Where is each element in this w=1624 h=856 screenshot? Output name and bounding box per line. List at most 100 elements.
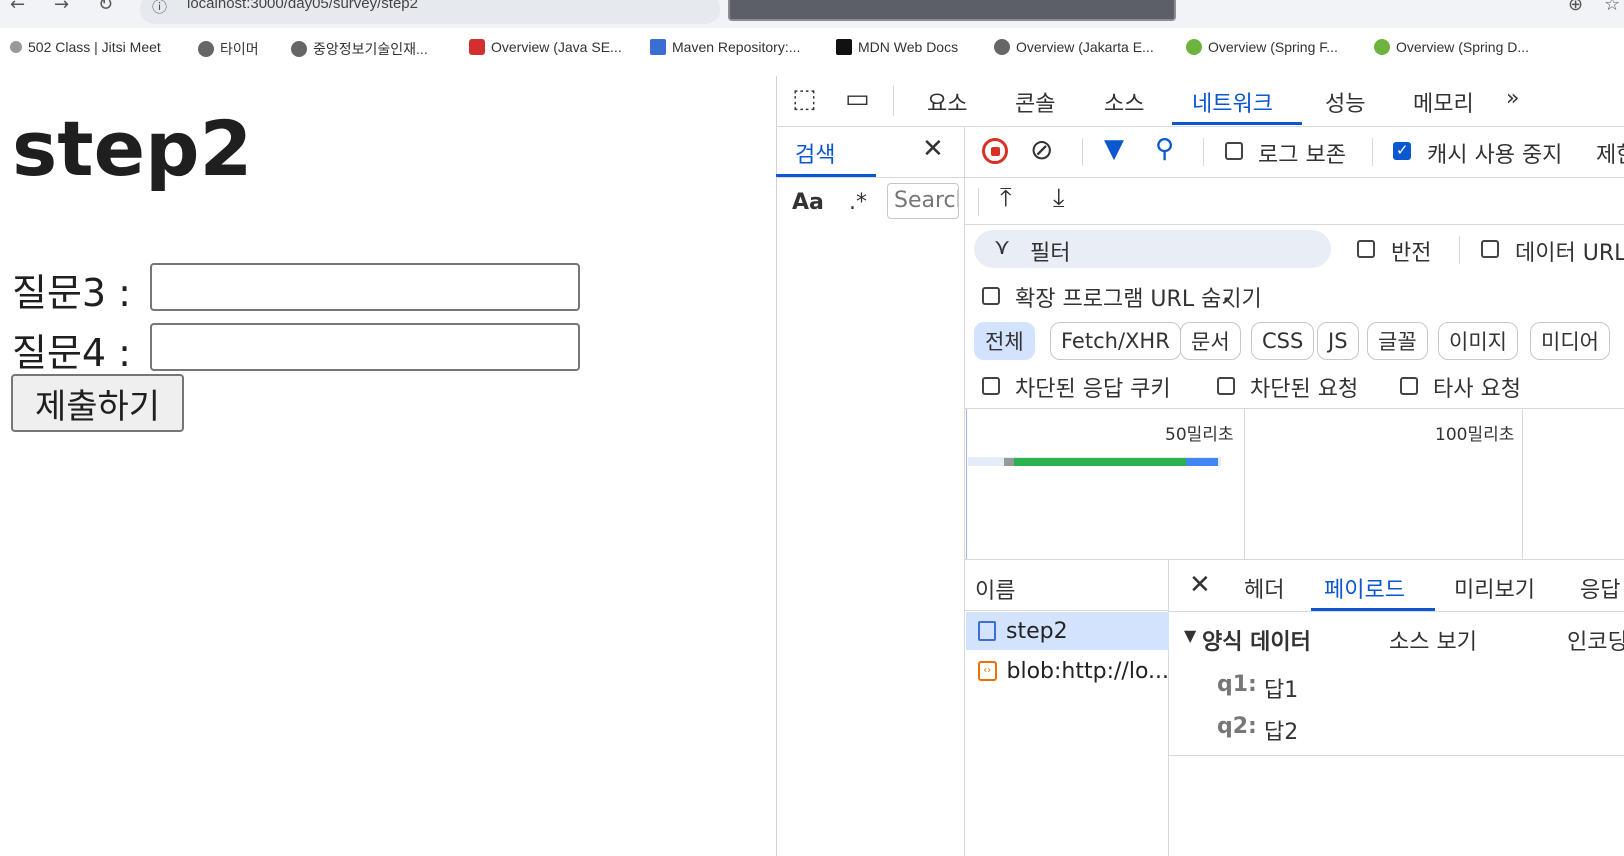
tab-preview[interactable]: 미리보기 (1454, 572, 1535, 604)
site-info-icon[interactable]: ⓘ (152, 0, 167, 17)
timeline-gridline (1244, 409, 1245, 559)
bookmark-item[interactable]: 502 Class | Jitsi Meet (10, 39, 161, 55)
inspect-element-icon[interactable]: ⬚ (792, 84, 817, 114)
url-encoded-link[interactable]: 인코딩 (1567, 624, 1624, 656)
search-icon[interactable]: ⚲ (1155, 134, 1174, 164)
forward-icon[interactable]: → (54, 0, 69, 15)
disable-cache-label: 캐시 사용 중지 (1427, 143, 1563, 168)
request-name: blob:http://lo... (1006, 658, 1169, 684)
bookmark-item[interactable]: 중앙정보기술인재... (291, 39, 428, 59)
request-row[interactable]: ‹› blob:http://lo... (966, 652, 1169, 690)
chip-font[interactable]: 글꼴 (1367, 322, 1428, 360)
request-row[interactable]: step2 (966, 612, 1169, 650)
collapse-triangle-icon[interactable]: ▼ (1184, 626, 1196, 645)
tab-memory[interactable]: 메모리 (1413, 86, 1474, 118)
divider (776, 177, 964, 178)
search-panel-divider (964, 127, 965, 856)
tab-elements[interactable]: 요소 (927, 86, 967, 118)
tab-sources[interactable]: 소스 (1104, 86, 1144, 118)
search-panel-title: 검색 (795, 143, 836, 168)
mdn-icon (836, 39, 852, 55)
back-icon[interactable]: ← (10, 0, 25, 15)
bookmark-label: MDN Web Docs (858, 39, 959, 55)
timeline-download-bar (1014, 458, 1186, 466)
divider (893, 86, 894, 116)
question4-label: 질문4 : (12, 331, 131, 375)
tab-response[interactable]: 응답 (1580, 572, 1620, 604)
tab-network[interactable]: 네트워크 (1192, 86, 1273, 118)
page-title: step2 (12, 104, 253, 193)
payload-value: 답1 (1264, 678, 1299, 703)
divider (965, 610, 1168, 611)
filter-input[interactable] (974, 230, 1331, 268)
tab-payload[interactable]: 페이로드 (1324, 572, 1405, 604)
bookmark-item[interactable]: 타이머 (198, 39, 259, 59)
submit-button[interactable]: 제출하기 (11, 374, 184, 432)
filter-icon[interactable]: ▼ (1104, 134, 1124, 164)
match-case-button[interactable]: Aa (792, 190, 824, 215)
record-icon[interactable] (982, 138, 1008, 164)
bookmark-item[interactable]: Overview (Java SE... (469, 39, 622, 55)
more-tabs-icon[interactable]: » (1506, 86, 1519, 111)
blocked-requests-checkbox[interactable] (1217, 377, 1235, 395)
question4-input[interactable] (150, 323, 580, 371)
third-party-checkbox[interactable] (1400, 377, 1418, 395)
tab-console[interactable]: 콘솔 (1015, 86, 1055, 118)
hide-extension-urls-checkbox[interactable] (982, 287, 1000, 305)
timeline-wait-bar (1004, 458, 1014, 466)
throttle-label[interactable]: 제한 (1596, 137, 1624, 169)
question3-input[interactable] (150, 263, 580, 311)
device-toolbar-icon[interactable]: ▭ (845, 84, 870, 114)
divider (1372, 138, 1373, 166)
chip-js[interactable]: JS (1317, 322, 1359, 360)
request-name: step2 (1006, 618, 1068, 644)
bookmark-item[interactable]: Overview (Spring D... (1374, 39, 1529, 55)
script-icon: ‹› (978, 661, 997, 681)
globe-icon (291, 41, 307, 57)
url-text: localhost:3000/day05/survey/step2 (187, 0, 418, 12)
bookmark-label: 502 Class | Jitsi Meet (28, 39, 161, 55)
payload-key: q1: (1217, 672, 1257, 697)
zoom-icon[interactable]: ⊕ (1568, 0, 1583, 15)
tab-headers[interactable]: 헤더 (1244, 572, 1284, 604)
form-data-section[interactable]: 양식 데이터 (1202, 624, 1311, 656)
bookmark-star-icon[interactable]: ☆ (1604, 0, 1620, 15)
payload-key: q2: (1217, 714, 1257, 739)
search-input[interactable]: Search (887, 183, 959, 219)
timeline-content-bar (1186, 458, 1218, 466)
export-har-icon[interactable]: ⤓ (1053, 183, 1065, 214)
jitsi-icon (10, 41, 22, 53)
bookmark-item[interactable]: Maven Repository:... (650, 39, 800, 55)
view-source-link[interactable]: 소스 보기 (1389, 624, 1477, 656)
bookmark-item[interactable]: Overview (Spring F... (1186, 39, 1338, 55)
blocked-requests-label: 차단된 요청 (1250, 377, 1359, 402)
preserve-log-checkbox[interactable] (1225, 142, 1243, 160)
chip-media[interactable]: 미디어 (1530, 322, 1610, 360)
disable-cache-checkbox[interactable] (1393, 141, 1411, 160)
reload-icon[interactable]: ↻ (98, 0, 113, 15)
chip-fetch-xhr[interactable]: Fetch/XHR (1050, 322, 1181, 360)
close-details-icon[interactable]: ✕ (1189, 570, 1211, 600)
chip-doc[interactable]: 문서 (1180, 322, 1241, 360)
tab-performance[interactable]: 성능 (1325, 86, 1365, 118)
bookmark-item[interactable]: Overview (Jakarta E... (994, 39, 1154, 55)
chip-all[interactable]: 전체 (974, 322, 1035, 360)
timeline-cursor (966, 409, 967, 559)
blocked-cookies-label: 차단된 응답 쿠키 (1015, 377, 1171, 402)
filter-placeholder: 필터 (1030, 241, 1071, 266)
invert-checkbox[interactable] (1357, 240, 1375, 258)
blocked-cookies-checkbox[interactable] (982, 377, 1000, 395)
globe-icon (198, 41, 214, 57)
regex-button[interactable]: .* (849, 190, 867, 215)
timeline-gridline (1522, 409, 1523, 559)
close-icon[interactable]: ✕ (922, 134, 944, 164)
import-har-icon[interactable]: ⤒ (1000, 183, 1012, 214)
document-icon (978, 621, 996, 641)
divider (1169, 755, 1624, 756)
bookmark-item[interactable]: MDN Web Docs (836, 39, 958, 55)
bookmark-label: Overview (Spring D... (1396, 39, 1530, 55)
clear-icon[interactable]: ⊘ (1030, 133, 1053, 166)
hide-data-urls-checkbox[interactable] (1481, 240, 1499, 258)
chip-image[interactable]: 이미지 (1438, 322, 1518, 360)
chip-css[interactable]: CSS (1251, 322, 1315, 360)
